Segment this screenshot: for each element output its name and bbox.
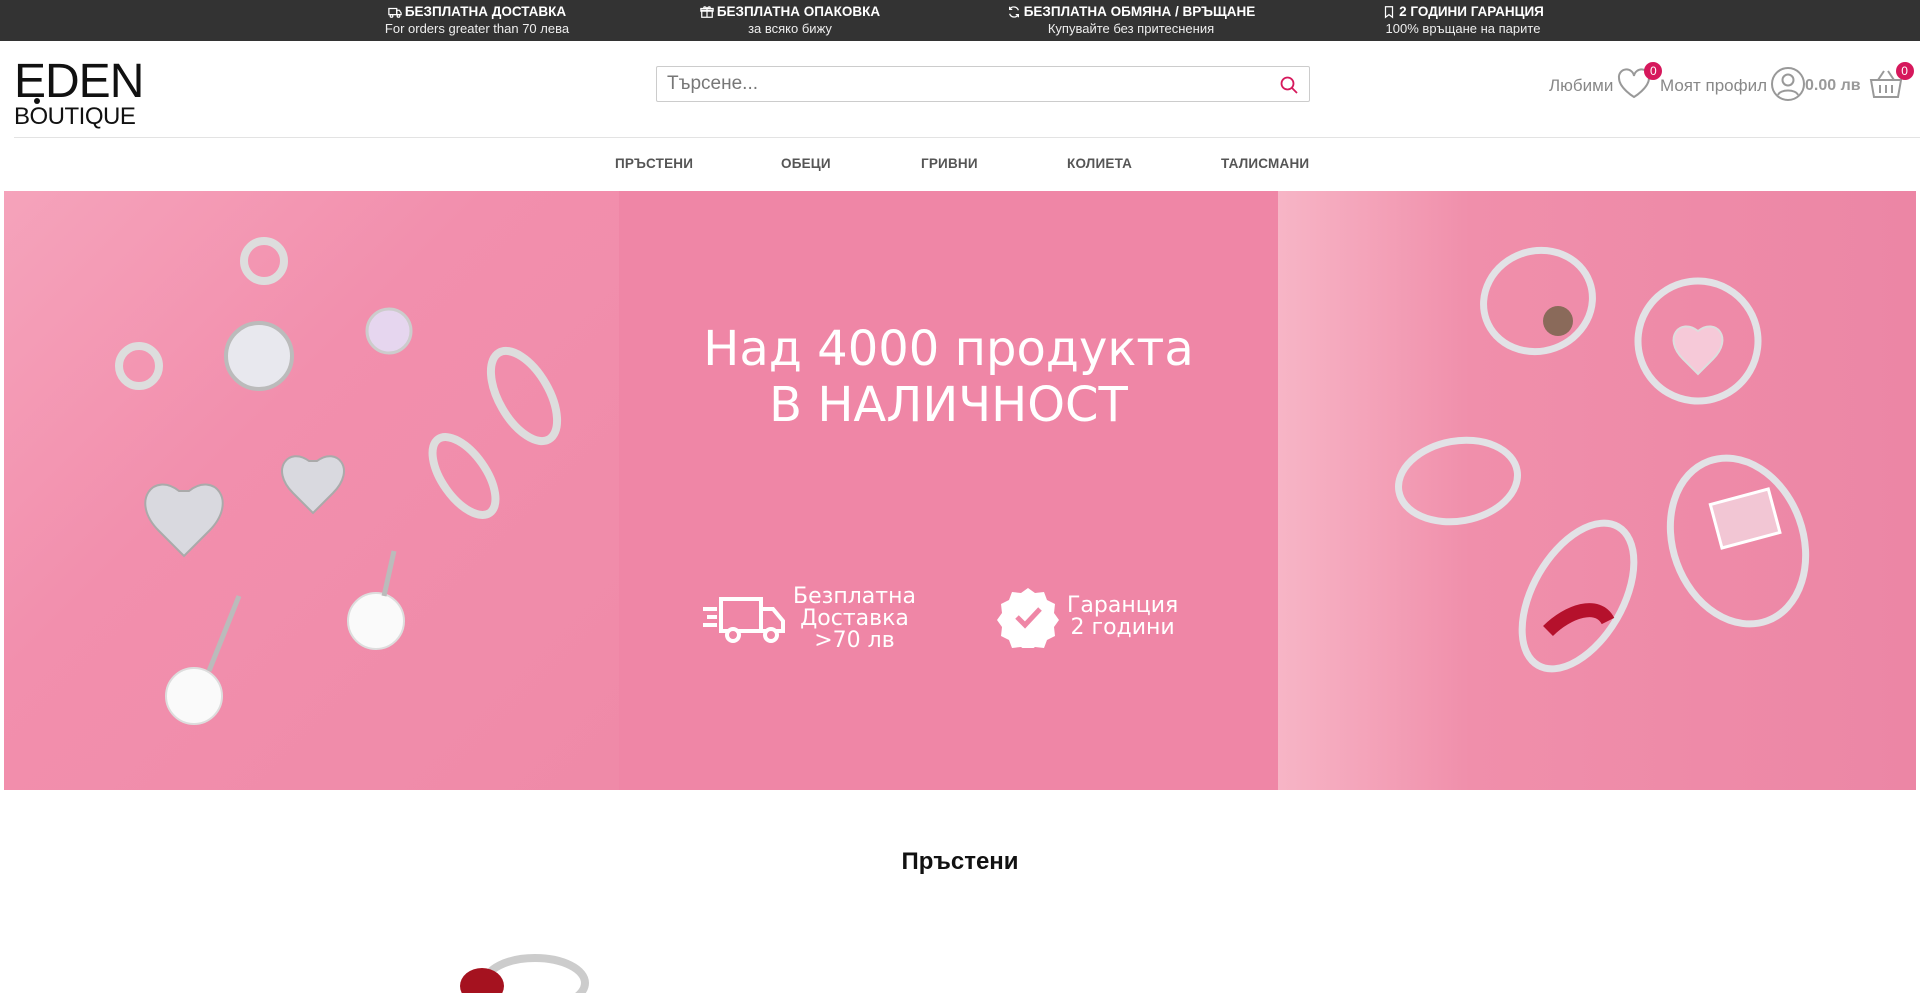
perk-free-packaging: БЕЗПЛАТНА ОПАКОВКА за всяко бижу [640,3,940,38]
feature-delivery-line1: Безплатна [793,584,916,609]
cart-count-badge: 0 [1895,61,1914,80]
truck-icon [388,7,402,18]
search-input[interactable] [657,67,1257,101]
product-image[interactable] [440,948,590,993]
search-box [656,66,1310,102]
gift-icon [700,5,714,18]
earrings-illustration [115,237,562,725]
favorites-label: Любими [1549,76,1614,95]
favorites-link[interactable]: Любими 0 [1549,61,1663,111]
banner-headline: Над 4000 продукта В НАЛИЧНОСТ [703,321,1194,433]
banner-feature-warranty: Гаранция 2 години [997,586,1178,648]
feature-delivery-line3: >70 лв [814,628,895,653]
nav-item-necklaces[interactable]: КОЛИЕТА [1067,156,1132,171]
banner-rings-image [1278,191,1916,790]
logo-line2: BOUTIQUE [14,98,144,130]
nav-item-earrings[interactable]: ОБЕЦИ [781,156,831,171]
profile-label: Моят профил [1660,76,1768,95]
logo-line1: EDEN [14,55,144,108]
refresh-icon [1008,5,1019,18]
feature-warranty-line1: Гаранция [1067,593,1179,618]
header-divider [14,137,1920,138]
perk-warranty: 2 ГОДИНИ ГАРАНЦИЯ 100% връщане на парите [1313,3,1613,38]
perk-title: БЕЗПЛАТНА ДОСТАВКА [404,4,567,19]
perk-subtitle: 100% връщане на парите [1385,21,1541,36]
perk-title: 2 ГОДИНИ ГАРАНЦИЯ [1399,4,1544,19]
user-icon [1771,66,1806,101]
perk-subtitle: Купувайте без притеснения [1047,21,1215,36]
main-nav: ПРЪСТЕНИ ОБЕЦИ ГРИВНИ КОЛИЕТА ТАЛИСМАНИ [0,150,1920,180]
rings-illustration [1395,246,1810,673]
cart-link[interactable]: 0.00 лв 0 [1805,61,1914,111]
perk-title: БЕЗПЛАТНА ОБМЯНА / ВРЪЩАНЕ [1023,4,1256,19]
delivery-truck-icon [703,597,785,643]
banner-center-panel [619,191,1278,790]
banner-earrings-image [4,191,619,790]
nav-item-charms[interactable]: ТАЛИСМАНИ [1221,156,1309,171]
perk-subtitle: For orders greater than 70 лева [384,21,570,36]
nav-item-rings[interactable]: ПРЪСТЕНИ [615,156,693,171]
ring-product-illustration [460,954,589,993]
section-title: Пръстени [901,848,1019,875]
bookmark-icon [1385,5,1394,18]
top-info-bar: БЕЗПЛАТНА ДОСТАВКА For orders greater th… [0,0,1920,41]
check-badge-icon [997,588,1059,648]
profile-link[interactable]: Моят профил [1660,61,1806,111]
logo[interactable]: EDEN BOUTIQUE [14,55,144,130]
perk-free-exchange: БЕЗПЛАТНА ОБМЯНА / ВРЪЩАНЕ Купувайте без… [981,3,1281,38]
feature-delivery-line2: Доставка [800,606,909,631]
nav-item-bracelets[interactable]: ГРИВНИ [921,156,978,171]
cart-amount: 0.00 лв [1805,77,1861,94]
banner-feature-delivery: Безплатна Доставка >70 лв [701,586,916,652]
feature-warranty-line2: 2 години [1070,615,1175,640]
logo-dot [34,98,40,104]
perk-subtitle: за всяко бижу [748,21,832,36]
search-icon[interactable] [1279,75,1299,95]
site-header: EDEN BOUTIQUE Любими 0 Моят профил 0.00 … [0,41,1920,137]
perk-free-delivery: БЕЗПЛАТНА ДОСТАВКА For orders greater th… [327,3,627,38]
perk-title: БЕЗПЛАТНА ОПАКОВКА [716,4,881,19]
hero-banner[interactable]: Над 4000 продукта В НАЛИЧНОСТ Безплатна … [4,191,1916,790]
